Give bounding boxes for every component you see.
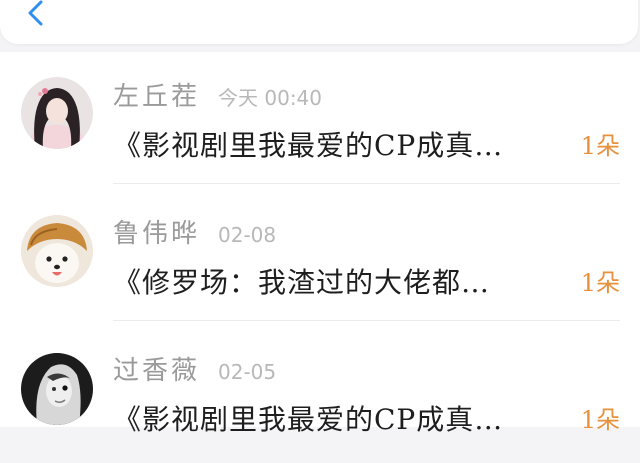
timestamp: 02-08	[218, 223, 277, 247]
item-meta: 左丘茬 今天 00:40	[113, 76, 322, 112]
book-title[interactable]: 《修罗场：我渣过的大佬都…	[113, 261, 573, 301]
divider	[113, 183, 620, 184]
chevron-left-icon	[28, 0, 43, 26]
avatar[interactable]	[21, 77, 93, 149]
list-item[interactable]: 过香薇 02-05 《影视剧里我最爱的CP成真… 1朵	[0, 326, 640, 463]
item-meta: 鲁伟晔 02-08	[113, 213, 276, 249]
top-bar	[0, 0, 638, 44]
timestamp: 今天 00:40	[218, 86, 323, 110]
sender-name[interactable]: 过香薇	[113, 350, 200, 387]
sender-name[interactable]: 鲁伟晔	[113, 213, 200, 250]
timestamp: 02-05	[218, 360, 277, 384]
gift-list: 左丘茬 今天 00:40 《影视剧里我最爱的CP成真… 1朵 鲁伟晔 02-08…	[0, 52, 640, 436]
list-item[interactable]: 鲁伟晔 02-08 《修罗场：我渣过的大佬都… 1朵	[0, 189, 640, 326]
divider	[113, 320, 620, 321]
book-title[interactable]: 《影视剧里我最爱的CP成真…	[113, 124, 573, 164]
back-button[interactable]	[18, 0, 54, 34]
avatar[interactable]	[21, 215, 93, 287]
list-item[interactable]: 左丘茬 今天 00:40 《影视剧里我最爱的CP成真… 1朵	[0, 52, 640, 189]
gift-count: 1朵	[580, 406, 620, 434]
gift-count: 1朵	[580, 269, 620, 297]
book-title[interactable]: 《影视剧里我最爱的CP成真…	[113, 398, 573, 438]
sender-name[interactable]: 左丘茬	[113, 76, 200, 113]
item-meta: 过香薇 02-05	[113, 350, 276, 386]
gift-count: 1朵	[580, 132, 620, 160]
avatar[interactable]	[21, 353, 93, 425]
